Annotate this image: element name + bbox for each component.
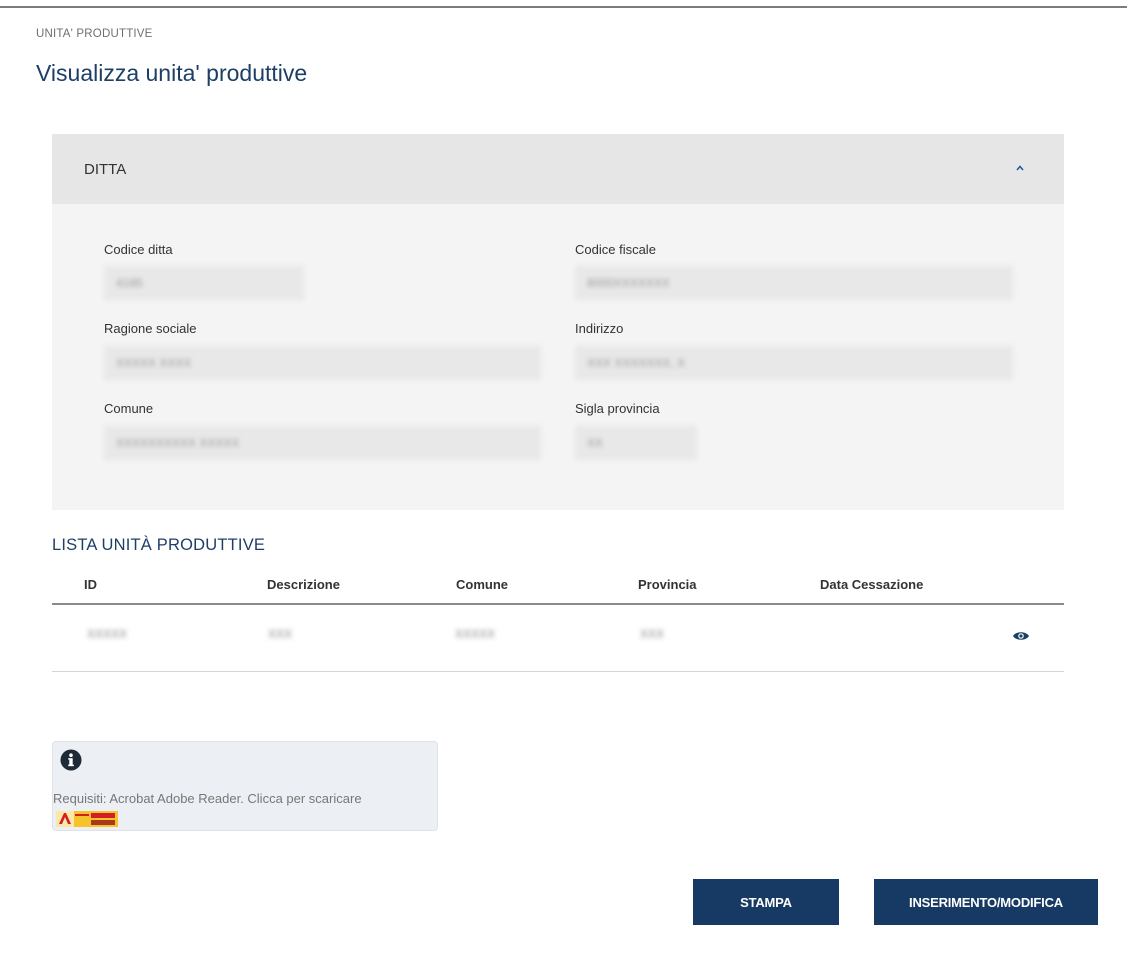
info-box: Requisiti: Acrobat Adobe Reader. Clicca … [52, 741, 438, 831]
ragione-sociale-label: Ragione sociale [104, 321, 197, 336]
breadcrumb: UNITA' PRODUTTIVE [36, 28, 153, 40]
row-comune: XXXXX [455, 627, 496, 641]
row-provincia: XXX [640, 627, 665, 641]
sigla-provincia-value: XX [575, 426, 697, 460]
table-header-divider [52, 603, 1064, 605]
indirizzo-label: Indirizzo [575, 321, 624, 336]
row-id: XXXXX [87, 627, 128, 641]
inserimento-modifica-button[interactable]: INSERIMENTO/MODIFICA [874, 879, 1098, 925]
ragione-sociale-value: XXXXX XXXX [104, 346, 541, 380]
column-header-data-cessazione[interactable]: Data Cessazione [820, 577, 923, 592]
codice-fiscale-label: Codice fiscale [575, 242, 656, 257]
sigla-provincia-label: Sigla provincia [575, 401, 660, 416]
comune-value: XXXXXXXXXX XXXXX [104, 426, 541, 460]
ditta-panel-header[interactable]: DITTA [52, 134, 1064, 204]
top-divider [0, 6, 1127, 8]
stampa-button[interactable]: STAMPA [693, 879, 839, 925]
info-text: Requisiti: Acrobat Adobe Reader. Clicca … [53, 789, 423, 827]
codice-ditta-value: 4185 [104, 266, 304, 300]
adobe-reader-badge[interactable] [56, 810, 118, 827]
column-header-id[interactable]: ID [84, 577, 97, 592]
ditta-panel-title: DITTA [84, 161, 127, 178]
lista-unita-title: LISTA UNITÀ PRODUTTIVE [52, 536, 266, 554]
table-row-divider [52, 671, 1064, 672]
column-header-provincia[interactable]: Provincia [638, 577, 697, 592]
chevron-up-icon[interactable] [1016, 164, 1024, 172]
eye-icon[interactable] [1012, 629, 1030, 641]
info-requirements-text: Requisiti: Acrobat Adobe Reader. Clicca … [53, 791, 362, 806]
codice-fiscale-value: 8000XXXXXXX [575, 266, 1013, 300]
column-header-comune[interactable]: Comune [456, 577, 508, 592]
comune-label: Comune [104, 401, 154, 416]
info-circle-icon [60, 749, 82, 771]
column-header-descrizione[interactable]: Descrizione [267, 577, 340, 592]
row-descrizione: XXX [268, 627, 293, 641]
page-title: Visualizza unita' produttive [36, 60, 308, 86]
ditta-panel: DITTA Codice ditta 4185 Codice fiscale 8… [52, 134, 1064, 510]
codice-ditta-label: Codice ditta [104, 242, 173, 257]
indirizzo-value: XXX XXXXXXX, X [575, 346, 1013, 380]
